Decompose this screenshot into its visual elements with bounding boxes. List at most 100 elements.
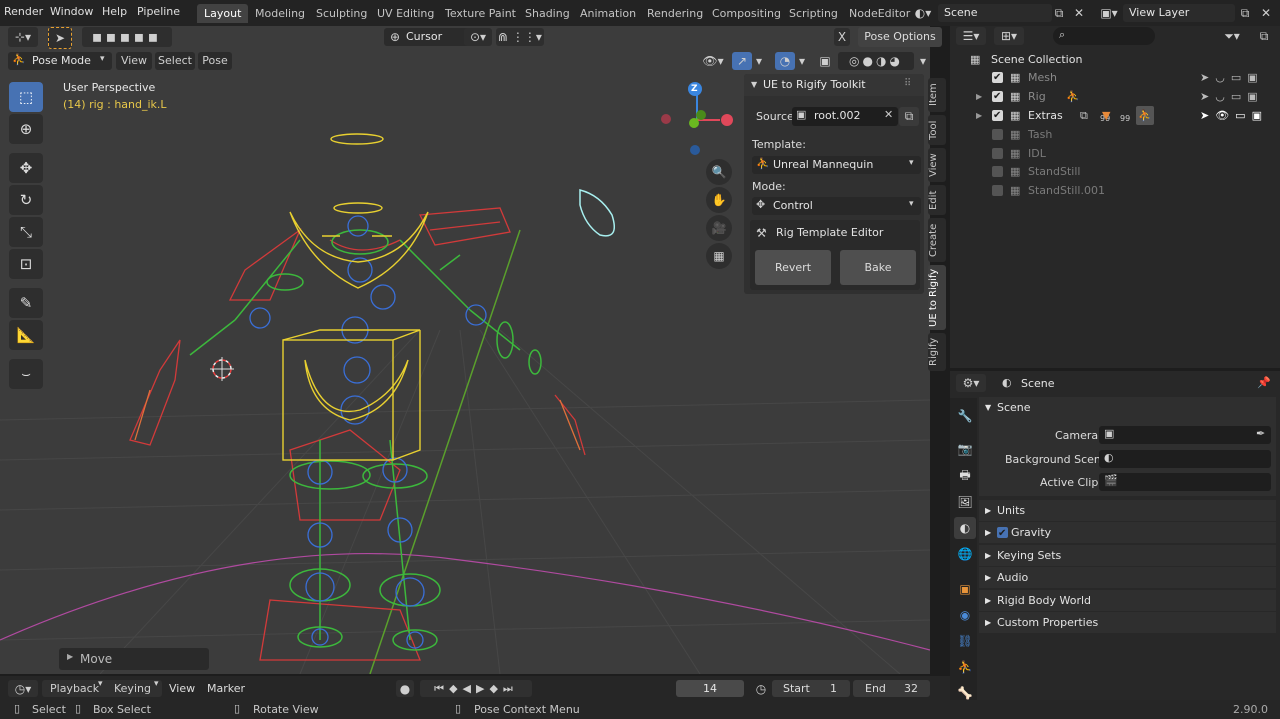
view-layer-tab-icon[interactable]: 🖼 <box>954 491 976 513</box>
pose-menu[interactable]: Pose <box>198 52 232 70</box>
rotate-tool[interactable]: ↻ <box>9 185 43 215</box>
object-tab-icon[interactable]: ▣ <box>954 578 976 600</box>
move-tool[interactable]: ✥ <box>9 153 43 183</box>
tab-tool[interactable]: Tool <box>928 115 946 145</box>
timeline-view-menu[interactable]: View <box>169 682 195 695</box>
select-box-tool[interactable]: ⬚ <box>9 82 43 112</box>
tool-tab-icon[interactable]: 🔧 <box>954 405 976 427</box>
select-mode-icons[interactable]: ◼◼◼◼◼ <box>82 27 172 47</box>
bake-button[interactable]: Bake <box>840 250 916 285</box>
tab-shading[interactable]: Shading <box>518 4 577 23</box>
tab-layout[interactable]: Layout <box>197 4 249 23</box>
clear-icon[interactable]: ✕ <box>884 108 893 121</box>
xray-icon[interactable]: ▣ <box>816 52 834 70</box>
select-menu[interactable]: Select <box>155 52 195 70</box>
tab-scripting[interactable]: Scripting <box>782 4 845 23</box>
restrict-icons[interactable]: ➤◡▭▣ <box>1200 68 1264 87</box>
display-mode-icon[interactable]: ⊞▾ <box>994 27 1024 45</box>
record-icon[interactable]: ● <box>396 680 414 697</box>
restrict-icons[interactable]: ➤◡▭▣ <box>1200 87 1264 106</box>
shading-mode-icons[interactable]: ◎●◑◕ <box>838 52 914 70</box>
mode-select-dropdown[interactable]: ✥ Control ▾ <box>752 197 921 215</box>
overlays-toggle-icon[interactable]: ◔ <box>775 52 795 70</box>
overlays-dropdown-icon[interactable]: ▾ <box>795 52 809 70</box>
audio-panel-header[interactable]: ▶ Audio <box>979 567 1276 588</box>
standstill-exclude-checkbox[interactable] <box>992 166 1003 177</box>
camera-field[interactable]: ▣ ✒ <box>1099 426 1271 444</box>
tab-item[interactable]: Item <box>928 78 946 112</box>
ortho-grid-icon[interactable]: ▦ <box>706 243 732 269</box>
pin-icon[interactable]: 📌 <box>1257 376 1271 389</box>
outliner-row-rig[interactable]: ▶ ▦ Rig ⛹ ➤◡▭▣ <box>950 87 1280 106</box>
new-scene-icon[interactable]: ⧉ <box>1050 4 1068 22</box>
transform-tool[interactable]: ⊡ <box>9 249 43 279</box>
tab-node-editor[interactable]: NodeEditor <box>842 4 917 23</box>
idl-exclude-checkbox[interactable] <box>992 148 1003 159</box>
tab-rendering[interactable]: Rendering <box>640 4 710 23</box>
view-layer-field[interactable]: View Layer <box>1123 4 1235 22</box>
zoom-icon[interactable]: 🔍 <box>706 159 732 185</box>
filter-icon[interactable]: ⏷▾ <box>1216 27 1248 45</box>
units-panel-header[interactable]: ▶ Units <box>979 500 1276 521</box>
tab-compositing[interactable]: Compositing <box>705 4 788 23</box>
tab-ue-to-rigify[interactable]: UE to Rigify <box>928 265 946 330</box>
delete-scene-icon[interactable]: ✕ <box>1070 4 1088 22</box>
restrict-icons[interactable]: ➤👁▭▣ <box>1200 106 1268 125</box>
background-scene-field[interactable]: ◐ <box>1099 450 1271 468</box>
output-tab-icon[interactable]: 🖶 <box>954 465 976 487</box>
outliner-row-idl[interactable]: ▦ IDL <box>950 144 1280 163</box>
tab-animation[interactable]: Animation <box>573 4 643 23</box>
keying-menu[interactable]: Keying <box>114 682 151 695</box>
rigid-body-world-panel-header[interactable]: ▶ Rigid Body World <box>979 590 1276 611</box>
annotate-tool[interactable]: ✎ <box>9 288 43 318</box>
mesh-exclude-checkbox[interactable] <box>992 68 1003 87</box>
tab-sculpting[interactable]: Sculpting <box>309 4 374 23</box>
new-collection-icon[interactable]: ⧉ <box>1254 27 1274 45</box>
camera-view-icon[interactable]: 🎥 <box>706 215 732 241</box>
x-mirror-toggle[interactable]: X <box>834 28 850 46</box>
template-dropdown[interactable]: ⛹ Unreal Mannequin ▾ <box>752 156 921 174</box>
source-field[interactable]: ▣ root.002 ✕ <box>792 107 898 126</box>
keying-sets-panel-header[interactable]: ▶ Keying Sets <box>979 545 1276 566</box>
transform-orientation-icon[interactable]: ⊙▾ <box>464 28 492 46</box>
select-tool-icon[interactable]: ➤ <box>48 27 72 49</box>
timeline-editor-type-icon[interactable]: ◷▾ <box>8 680 38 697</box>
menu-pipeline[interactable]: Pipeline <box>137 5 180 18</box>
properties-editor-type-icon[interactable]: ⚙▾ <box>956 374 986 392</box>
pick-object-icon[interactable]: ⧉ <box>899 107 919 126</box>
standstill-001-exclude-checkbox[interactable] <box>992 185 1003 196</box>
menu-window[interactable]: Window <box>50 5 93 18</box>
tab-rigify[interactable]: Rigify <box>928 333 946 371</box>
active-clip-field[interactable]: 🎬 <box>1099 473 1271 491</box>
playback-menu[interactable]: Playback <box>50 682 99 695</box>
armature-data-tab-icon[interactable]: ⛹ <box>954 656 976 678</box>
rig-exclude-checkbox[interactable] <box>992 87 1003 106</box>
relax-pose-tool[interactable]: ⌣ <box>9 359 43 389</box>
start-frame-field[interactable]: Start 1 <box>772 680 850 697</box>
gizmo-dropdown-icon[interactable]: ▾ <box>752 52 766 70</box>
cursor-tool[interactable]: ⊕ <box>9 114 43 144</box>
expand-arrow-icon[interactable]: ▶ <box>976 87 982 106</box>
render-tab-icon[interactable]: 📷 <box>954 438 976 460</box>
outliner-row-tash[interactable]: ▦ Tash <box>950 125 1280 144</box>
pose-options-dropdown[interactable]: Pose Options <box>858 27 942 47</box>
scene-tab-icon[interactable]: ◐ <box>954 517 976 539</box>
tab-modeling[interactable]: Modeling <box>248 4 312 23</box>
revert-button[interactable]: Revert <box>755 250 831 285</box>
playback-controls[interactable]: ⏮◆◀▶◆⏭ <box>420 680 532 697</box>
world-tab-icon[interactable]: 🌐 <box>954 543 976 565</box>
tab-texture-paint[interactable]: Texture Paint <box>438 4 523 23</box>
outliner-row-scene-collection[interactable]: ▦ Scene Collection <box>950 50 1280 69</box>
view-menu[interactable]: View <box>116 52 152 70</box>
panel-header[interactable]: ▼ UE to Rigify Toolkit ⠿ <box>744 74 924 96</box>
scene-name-field[interactable]: Scene <box>938 4 1052 22</box>
preview-range-icon[interactable]: ◷ <box>752 680 770 697</box>
expand-arrow-icon[interactable]: ▶ <box>976 106 982 125</box>
snap-icon[interactable]: ⋒ ⋮⋮▾ <box>496 28 544 46</box>
pan-hand-icon[interactable]: ✋ <box>706 187 732 213</box>
menu-help[interactable]: Help <box>102 5 127 18</box>
eyedropper-icon[interactable]: ✒ <box>1256 427 1265 440</box>
last-operator-panel[interactable]: ▶ Move <box>59 648 209 670</box>
outliner-search-input[interactable]: ⌕ <box>1053 27 1155 45</box>
new-view-layer-icon[interactable]: ⧉ <box>1236 4 1254 22</box>
